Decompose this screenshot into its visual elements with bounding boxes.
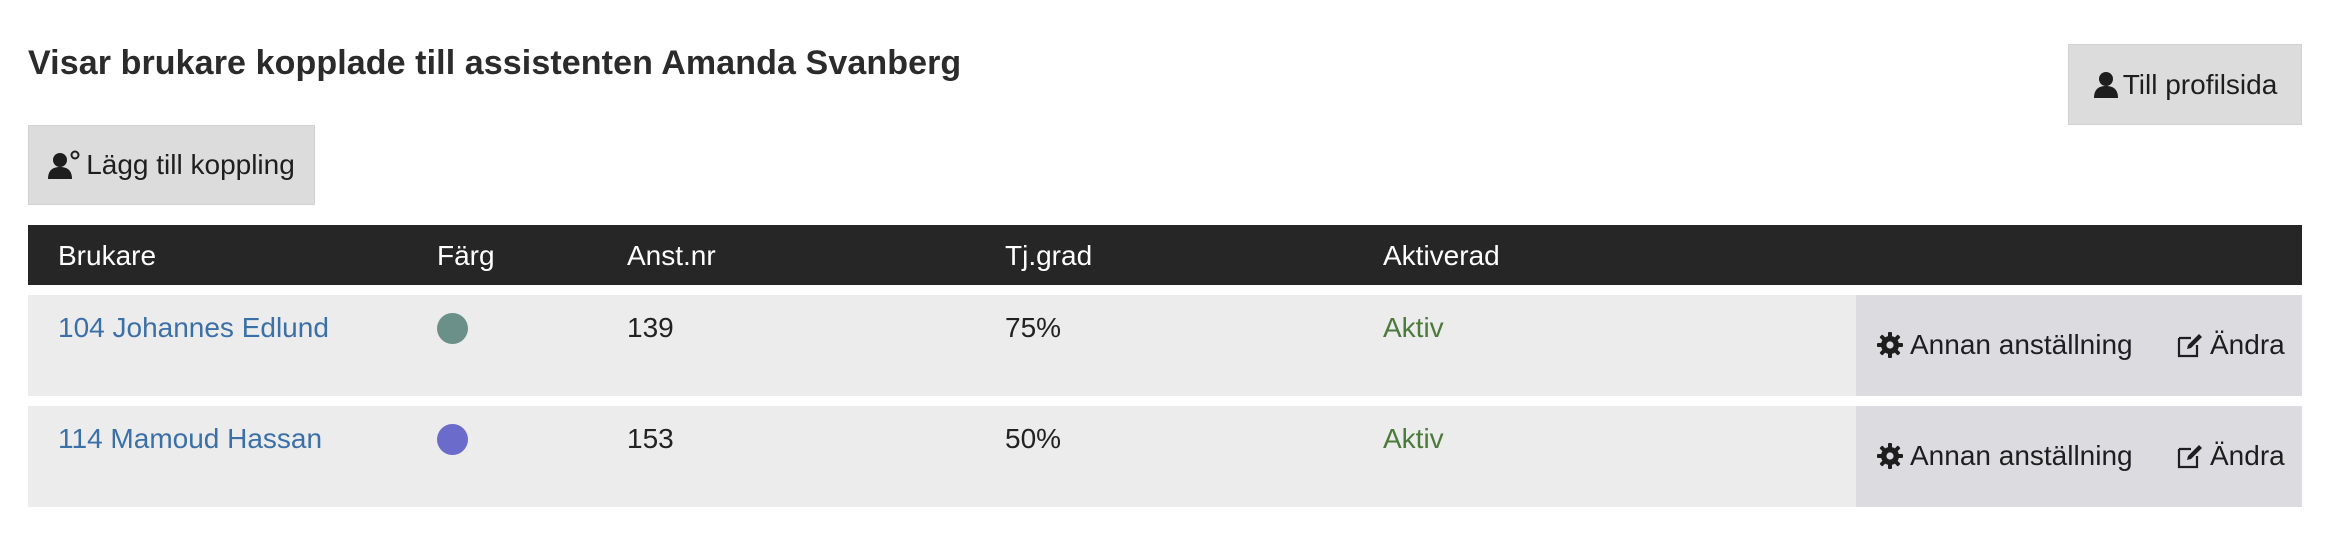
column-header-brukare[interactable]: Brukare (58, 240, 156, 272)
user-icon (2093, 71, 2119, 99)
other-employment-button[interactable]: Annan anställning (1876, 329, 2133, 361)
tj-grad-value: 75% (1005, 312, 1062, 343)
edit-label: Ändra (2210, 440, 2285, 471)
add-connection-button[interactable]: Lägg till koppling (28, 125, 315, 205)
color-swatch (437, 424, 468, 455)
connections-table: Brukare Färg Anst.nr Tj.grad Aktiverad 1… (28, 225, 2302, 507)
table-row: 114 Mamoud Hassan 153 50% Aktiv Annan an… (28, 406, 2302, 507)
tj-grad-value: 50% (1005, 423, 1062, 454)
gear-icon (1876, 442, 1904, 470)
edit-icon (2176, 331, 2204, 359)
user-link-icon (48, 150, 82, 180)
row-actions: Annan anställning Ändra (1856, 406, 2302, 507)
brukare-link[interactable]: 114 Mamoud Hassan (58, 423, 322, 455)
other-employment-button[interactable]: Annan anställning (1876, 440, 2133, 472)
anst-nr-value: 139 (627, 312, 674, 343)
page-title: Visar brukare kopplade till assistenten … (28, 44, 962, 82)
add-connection-button-label: Lägg till koppling (86, 149, 295, 180)
edit-button[interactable]: Ändra (2176, 329, 2285, 361)
other-employment-label: Annan anställning (1910, 440, 2133, 471)
edit-icon (2176, 442, 2204, 470)
edit-label: Ändra (2210, 329, 2285, 360)
table-header: Brukare Färg Anst.nr Tj.grad Aktiverad (28, 225, 2302, 285)
status-badge: Aktiv (1383, 423, 1444, 454)
edit-button[interactable]: Ändra (2176, 440, 2285, 472)
status-badge: Aktiv (1383, 312, 1444, 343)
page: Visar brukare kopplade till assistenten … (0, 0, 2328, 542)
table-row: 104 Johannes Edlund 139 75% Aktiv Annan … (28, 295, 2302, 396)
gear-icon (1876, 331, 1904, 359)
profile-button-label: Till profilsida (2122, 68, 2278, 100)
other-employment-label: Annan anställning (1910, 329, 2133, 360)
column-header-farg[interactable]: Färg (437, 240, 495, 272)
column-header-anst-nr[interactable]: Anst.nr (627, 240, 716, 272)
color-swatch (437, 313, 468, 344)
brukare-link[interactable]: 104 Johannes Edlund (58, 312, 329, 344)
column-header-tj-grad[interactable]: Tj.grad (1005, 240, 1092, 272)
anst-nr-value: 153 (627, 423, 674, 454)
column-header-aktiverad[interactable]: Aktiverad (1383, 240, 1500, 272)
profile-button[interactable]: Till profilsida (2068, 44, 2302, 125)
row-actions: Annan anställning Ändra (1856, 295, 2302, 396)
